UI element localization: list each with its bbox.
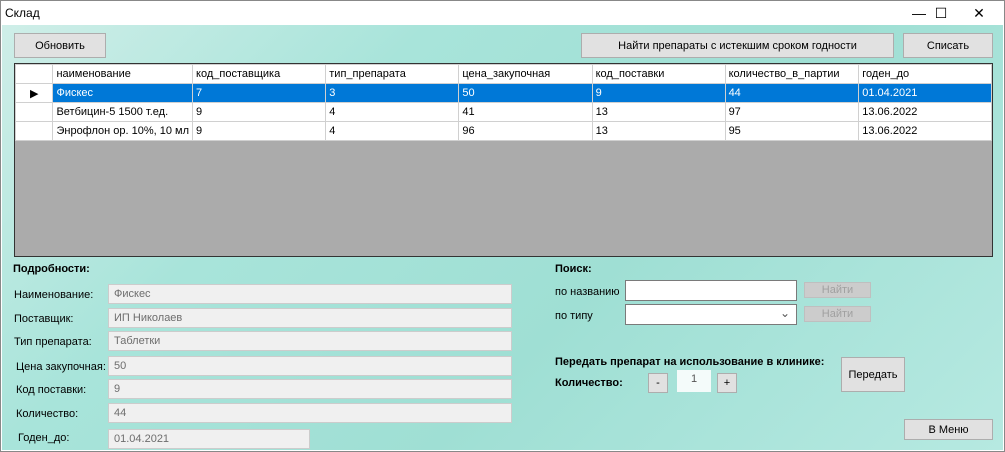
- expiry-label: Годен_до:: [18, 432, 70, 444]
- table-cell[interactable]: 13: [591, 102, 726, 122]
- table-cell[interactable]: 4: [325, 102, 460, 122]
- column-header[interactable]: количество_в_партии: [724, 64, 860, 84]
- find-expired-button[interactable]: Найти препараты с истекшим сроком годнос…: [581, 33, 894, 58]
- row-header[interactable]: [15, 102, 54, 122]
- window-title: Склад: [5, 6, 40, 20]
- table-row[interactable]: Ветбицин-5 1500 т.ед. 9 4 41 13 97 13.06…: [15, 102, 992, 122]
- column-header[interactable]: тип_препарата: [325, 64, 460, 84]
- table-cell[interactable]: 13.06.2022: [858, 121, 992, 141]
- close-button[interactable]: ✕: [956, 1, 1002, 25]
- transfer-quantity-label: Количество:: [555, 377, 623, 389]
- type-field[interactable]: Таблетки: [108, 331, 512, 351]
- table-cell[interactable]: 95: [724, 121, 860, 141]
- table-cell[interactable]: 9: [192, 121, 327, 141]
- search-name-input[interactable]: [625, 280, 797, 301]
- search-by-name-label: по названию: [555, 286, 620, 298]
- table-cell[interactable]: 50: [458, 83, 593, 103]
- transfer-button[interactable]: Передать: [841, 357, 905, 392]
- delivery-code-field[interactable]: 9: [108, 379, 512, 399]
- table-cell[interactable]: Фискес: [52, 83, 194, 103]
- transfer-quantity-value[interactable]: 1: [677, 370, 711, 392]
- expiry-field[interactable]: 01.04.2021: [108, 429, 310, 449]
- title-bar: Склад — ☐ ✕: [1, 1, 1004, 25]
- chevron-down-icon: ⌄: [779, 306, 790, 320]
- row-header-corner: [15, 64, 54, 84]
- table-cell[interactable]: 96: [458, 121, 593, 141]
- transfer-heading: Передать препарат на использование в кли…: [555, 356, 825, 368]
- table-cell[interactable]: 9: [591, 83, 726, 103]
- name-label: Наименование:: [14, 289, 94, 301]
- header-row: наименование код_поставщика тип_препарат…: [15, 64, 992, 84]
- table-cell[interactable]: 4: [325, 121, 460, 141]
- current-row-icon: ▶: [15, 83, 54, 103]
- table-cell[interactable]: Энрофлон ор. 10%, 10 мл: [52, 121, 194, 141]
- data-grid[interactable]: наименование код_поставщика тип_препарат…: [14, 63, 993, 257]
- find-by-type-button[interactable]: Найти: [804, 306, 871, 322]
- type-label: Тип препарата:: [14, 336, 92, 348]
- write-off-button[interactable]: Списать: [903, 33, 993, 58]
- quantity-label: Количество:: [16, 408, 79, 420]
- search-by-type-label: по типу: [555, 310, 593, 322]
- table-cell[interactable]: 41: [458, 102, 593, 122]
- supplier-field[interactable]: ИП Николаев: [108, 308, 512, 328]
- search-type-select[interactable]: ⌄: [625, 304, 797, 325]
- refresh-button[interactable]: Обновить: [14, 33, 106, 58]
- price-field[interactable]: 50: [108, 356, 512, 376]
- row-header[interactable]: [15, 121, 54, 141]
- column-header[interactable]: код_поставщика: [192, 64, 327, 84]
- table-cell[interactable]: 97: [724, 102, 860, 122]
- table-cell[interactable]: 44: [724, 83, 860, 103]
- delivery-code-label: Код поставки:: [16, 384, 87, 396]
- table-row[interactable]: Энрофлон ор. 10%, 10 мл 9 4 96 13 95 13.…: [15, 121, 992, 141]
- decrement-button[interactable]: -: [648, 373, 668, 393]
- find-by-name-button[interactable]: Найти: [804, 282, 871, 298]
- quantity-field[interactable]: 44: [108, 403, 512, 423]
- table-cell[interactable]: 9: [192, 102, 327, 122]
- column-header[interactable]: годен_до: [858, 64, 992, 84]
- price-label: Цена закупочная:: [16, 361, 106, 373]
- column-header[interactable]: код_поставки: [591, 64, 726, 84]
- name-field[interactable]: Фискес: [108, 284, 512, 304]
- client-area: Обновить Найти препараты с истекшим срок…: [2, 25, 1003, 450]
- details-heading: Подробности:: [13, 263, 90, 275]
- increment-button[interactable]: +: [717, 373, 737, 393]
- search-heading: Поиск:: [555, 263, 592, 275]
- table-cell[interactable]: 13.06.2022: [858, 102, 992, 122]
- column-header[interactable]: наименование: [52, 64, 194, 84]
- table-row[interactable]: ▶ Фискес 7 3 50 9 44 01.04.2021: [15, 83, 992, 103]
- window: Склад — ☐ ✕ Обновить Найти препараты с и…: [0, 0, 1005, 452]
- table-cell[interactable]: Ветбицин-5 1500 т.ед.: [52, 102, 194, 122]
- table-cell[interactable]: 13: [591, 121, 726, 141]
- table-cell[interactable]: 7: [192, 83, 327, 103]
- column-header[interactable]: цена_закупочная: [458, 64, 593, 84]
- supplier-label: Поставщик:: [14, 313, 74, 325]
- table-cell[interactable]: 3: [325, 83, 460, 103]
- menu-button[interactable]: В Меню: [904, 419, 993, 440]
- table-cell[interactable]: 01.04.2021: [858, 83, 992, 103]
